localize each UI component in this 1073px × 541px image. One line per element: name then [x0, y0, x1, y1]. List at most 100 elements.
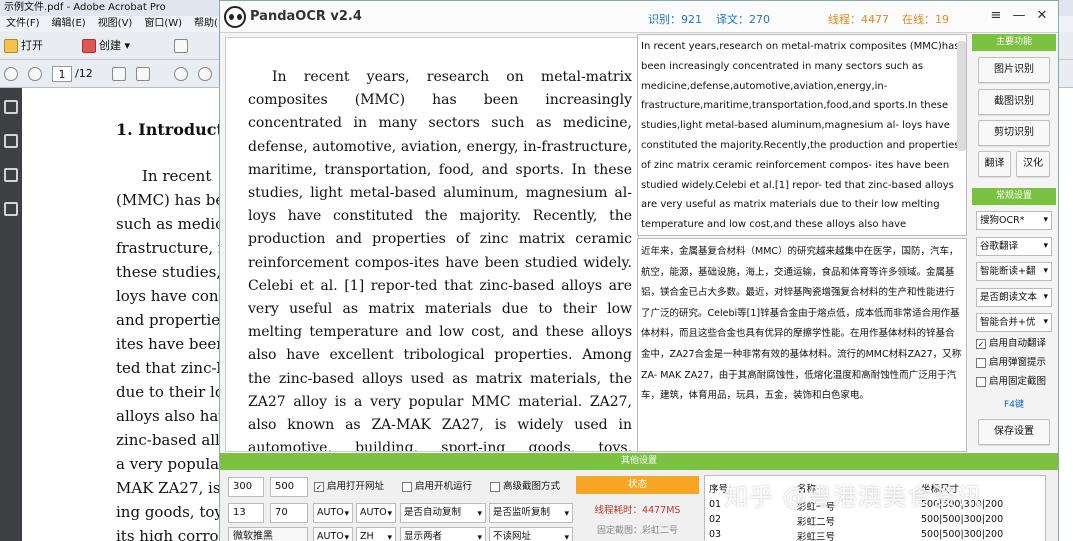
image-ocr-button[interactable]: 图片识别 — [978, 57, 1050, 83]
create-icon — [82, 39, 96, 53]
pdf-line: In recent — [142, 167, 212, 185]
offset-x-field[interactable]: 13 — [228, 503, 264, 523]
source-lang-select[interactable]: AUTO — [313, 503, 353, 523]
translation-text: 近年来，金属基复合材料（MMC）的研究越来越集中在医学，国防，汽车，航空，能源，… — [641, 246, 962, 402]
read-aloud-select[interactable]: 是否朗读文本 — [976, 288, 1052, 307]
display-lang-select[interactable]: ZH — [356, 527, 396, 541]
table-cell-id[interactable]: 02 — [709, 514, 721, 525]
hotkey-field[interactable]: F4键 — [976, 397, 1052, 414]
auto-translate-checkbox[interactable]: ✓ 启用自动翻译 — [976, 337, 1046, 351]
voice-lang-select[interactable]: AUTO — [313, 527, 353, 541]
checkbox-box[interactable]: ✓ — [314, 482, 324, 492]
smart-break-select[interactable]: 智能断读+翻 — [976, 262, 1052, 281]
save-settings-button[interactable]: 保存设置 — [978, 419, 1050, 445]
plus-icon — [198, 67, 212, 81]
display-mode-select[interactable]: 显示两者 — [400, 527, 486, 541]
clipboard-ocr-button[interactable]: 剪切识别 — [978, 120, 1050, 146]
attachment-icon[interactable] — [4, 168, 18, 182]
translate-engine-select[interactable]: 谷歌翻译 — [976, 237, 1052, 256]
save-icon — [174, 39, 188, 53]
arrow-down-icon — [28, 67, 42, 81]
hand-tool-button[interactable] — [136, 66, 150, 82]
pandaocr-window: PandaOCR v2.4 识别：921 译文：270 线程：4477 在线：1… — [219, 0, 1059, 541]
open-url-checkbox[interactable]: ✓ 启用打开网址 — [314, 479, 384, 495]
checkbox-box[interactable] — [976, 358, 986, 368]
ocr-result-text: In recent years,research on metal-matrix… — [641, 41, 960, 231]
menu-icon[interactable]: ≡ — [986, 7, 1006, 25]
ocr-result-textbox[interactable]: In recent years,research on metal-matrix… — [637, 34, 967, 236]
create-button[interactable]: 创建 ▾ — [82, 38, 130, 54]
watermark: 知乎 @粤港澳美食资讯 — [724, 483, 983, 511]
mute-button[interactable]: 微软推黑 — [228, 527, 308, 541]
pdf-line: ites have been — [116, 335, 226, 353]
table-cell-name[interactable]: 彩虹二号 — [797, 514, 835, 528]
zoom-in-button[interactable] — [198, 66, 212, 82]
zoom-out-button[interactable] — [174, 66, 188, 82]
pdf-line: such as medic — [116, 215, 224, 233]
main-functions-header: 主要功能 — [972, 34, 1056, 51]
width-field[interactable]: 300 — [228, 477, 264, 497]
auto-copy-select[interactable]: 是否自动复制 — [400, 503, 486, 523]
save-button[interactable] — [174, 38, 188, 54]
thread-count: 线程：4477 — [828, 13, 889, 26]
table-cell-id[interactable]: 03 — [709, 529, 721, 540]
app-titlebar: PandaOCR v2.4 识别：921 译文：270 线程：4477 在线：1… — [220, 1, 1058, 33]
popup-tip-checkbox[interactable]: 启用弹窗提示 — [976, 356, 1046, 370]
table-cell-id[interactable]: 01 — [709, 499, 721, 510]
next-page-button[interactable] — [28, 66, 42, 82]
app-title: PandaOCR v2.4 — [250, 9, 362, 24]
close-icon[interactable]: ✕ — [1032, 7, 1052, 25]
online-count: 在线：19 — [902, 13, 949, 26]
table-cell-name[interactable]: 彩虹三号 — [797, 529, 835, 541]
height-field[interactable]: 500 — [270, 477, 308, 497]
checkbox-box[interactable] — [402, 482, 412, 492]
open-button[interactable]: 打开 — [4, 38, 43, 54]
smart-merge-select[interactable]: 智能合并+优 — [976, 313, 1052, 332]
advanced-shot-checkbox[interactable]: 高级截图方式 — [490, 479, 560, 495]
select-tool-button[interactable] — [112, 66, 126, 82]
pdf-line: loys have cons — [116, 287, 227, 305]
table-cell-coords[interactable]: 500|500|300|200 — [921, 514, 1003, 525]
pdf-line: its high corros — [116, 527, 227, 541]
pdf-heading: 1. Introduct — [116, 120, 224, 139]
translate-count: 译文：270 — [716, 13, 770, 26]
translation-textbox[interactable]: 近年来，金属基复合材料（MMC）的研究越来越集中在医学，国防，汽车，航空，能源，… — [637, 238, 967, 452]
hand-icon — [136, 67, 150, 81]
ocr-engine-select[interactable]: 搜狗OCR* — [976, 211, 1052, 230]
panda-logo-icon — [224, 6, 246, 28]
menu-edit[interactable]: 编辑(E) — [46, 16, 92, 32]
pdf-line: ing goods, toys — [116, 503, 231, 521]
source-image-preview: In recent years, research on metal-matri… — [225, 37, 639, 452]
checkbox-box[interactable] — [976, 377, 986, 387]
autostart-checkbox[interactable]: 启用开机运行 — [402, 479, 472, 495]
acrobat-left-rail — [0, 88, 22, 541]
minimize-icon[interactable]: — — [1009, 7, 1029, 25]
menu-window[interactable]: 窗口(W) — [138, 16, 188, 32]
translate-button[interactable]: 翻译 — [978, 151, 1011, 177]
common-settings-header: 常规设置 — [972, 188, 1056, 205]
minus-icon — [174, 67, 188, 81]
prev-page-button[interactable] — [4, 66, 18, 82]
screenshot-ocr-button[interactable]: 截图识别 — [978, 89, 1050, 115]
pdf-line: MAK ZA27, is — [116, 479, 221, 497]
pdf-line: due to their lov — [116, 383, 233, 401]
table-cell-coords[interactable]: 500|500|300|200 — [921, 529, 1003, 540]
menu-view[interactable]: 视图(V) — [92, 16, 139, 32]
target-lang-select[interactable]: AUTO — [356, 503, 396, 523]
pdf-line: ted that zinc-ba — [116, 359, 236, 377]
thread-time-text: 线程耗时：4477MS — [594, 505, 681, 516]
localize-button[interactable]: 汉化 — [1016, 151, 1050, 177]
menu-file[interactable]: 文件(F) — [0, 16, 46, 32]
read-url-select[interactable]: 不读网址 — [489, 527, 573, 541]
checkbox-box[interactable]: ✓ — [976, 339, 986, 349]
signature-icon[interactable] — [4, 202, 18, 216]
pdf-line: zinc-based allo — [116, 431, 229, 449]
pages-icon[interactable] — [4, 100, 18, 114]
offset-y-field[interactable]: 70 — [270, 503, 308, 523]
bookmark-icon[interactable] — [4, 134, 18, 148]
fixed-screenshot-checkbox[interactable]: 启用固定截图 — [976, 375, 1046, 389]
listen-copy-select[interactable]: 是否监听复制 — [489, 503, 573, 523]
result-scrollbar[interactable] — [957, 41, 966, 151]
checkbox-box[interactable] — [490, 482, 500, 492]
page-number-input[interactable]: 1/12 — [52, 66, 93, 82]
